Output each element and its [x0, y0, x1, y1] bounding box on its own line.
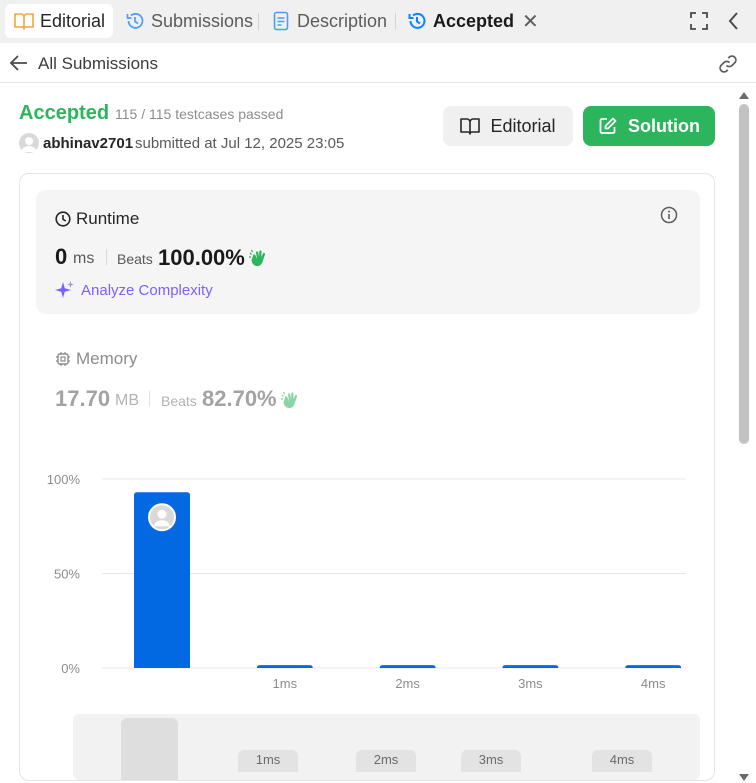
- avatar-marker-head: [157, 509, 167, 519]
- scrollbar-thumb[interactable]: [739, 104, 749, 444]
- memory-beats-label: Beats: [161, 393, 197, 409]
- history-icon: [125, 11, 145, 31]
- runtime-value: 0: [55, 244, 68, 269]
- overview-range-handle[interactable]: [121, 718, 178, 780]
- tab-accepted[interactable]: Accepted ✕: [407, 4, 539, 38]
- memory-value: 17.70: [55, 386, 111, 411]
- submitted-time: submitted at Jul 12, 2025 23:05: [135, 135, 345, 152]
- memory-title[interactable]: Memory: [55, 349, 137, 369]
- all-submissions-link[interactable]: All Submissions: [38, 54, 158, 74]
- info-icon[interactable]: [660, 206, 678, 224]
- runtime-title-label: Runtime: [76, 209, 140, 228]
- edit-icon: [599, 117, 617, 134]
- divider: [149, 391, 150, 407]
- avatar[interactable]: [19, 133, 39, 153]
- tab-description[interactable]: Description: [271, 4, 387, 38]
- overview-tick-label: 4ms: [592, 750, 652, 772]
- clock-icon: [55, 211, 71, 227]
- memory-beats-value: 82.70%: [202, 386, 277, 411]
- editorial-button-label: Editorial: [490, 115, 556, 136]
- sparkle-icon: [55, 281, 74, 298]
- tab-editorial-label: Editorial: [40, 10, 106, 31]
- performance-card: Runtime 0 ms Beats 100.00% Analyze Compl…: [19, 173, 715, 781]
- analyze-complexity-link[interactable]: Analyze Complexity: [55, 280, 213, 300]
- memory-unit: MB: [115, 392, 139, 409]
- memory-title-label: Memory: [76, 349, 138, 368]
- submission-status: Accepted: [19, 102, 110, 124]
- tab-description-label: Description: [297, 10, 388, 31]
- overview-tick-label: 3ms: [461, 750, 521, 772]
- chart-bar[interactable]: [625, 665, 682, 669]
- x-tick-label: 3ms: [518, 676, 543, 691]
- runtime-title: Runtime: [55, 209, 139, 229]
- overview-tick-label: 1ms: [238, 750, 298, 772]
- chart-overview-slider[interactable]: 1ms 2ms 3ms 4ms: [73, 714, 700, 780]
- testcases-passed: 115 / 115 testcases passed: [115, 106, 284, 122]
- expand-icon[interactable]: [689, 11, 709, 31]
- history-icon: [407, 11, 427, 31]
- tab-bar: Editorial Submissions Description Accept…: [0, 0, 756, 43]
- link-icon[interactable]: [717, 53, 739, 75]
- tab-divider: [258, 13, 259, 30]
- divider: [106, 249, 107, 265]
- runtime-beats-value: 100.00%: [158, 245, 245, 270]
- all-submissions-bar: All Submissions: [0, 43, 756, 83]
- chart-bar[interactable]: [256, 665, 313, 669]
- x-tick-label: 4ms: [641, 676, 666, 691]
- chevron-left-icon[interactable]: [724, 10, 744, 32]
- y-tick-label: 50%: [54, 567, 80, 582]
- document-icon: [271, 11, 291, 31]
- runtime-unit: ms: [73, 250, 95, 267]
- y-tick-label: 100%: [47, 472, 81, 487]
- solution-button[interactable]: Solution: [583, 106, 715, 146]
- x-tick-label: 2ms: [395, 676, 420, 691]
- runtime-panel[interactable]: Runtime 0 ms Beats 100.00% Analyze Compl…: [36, 190, 700, 314]
- book-icon: [460, 118, 481, 135]
- scroll-down-arrow[interactable]: [737, 771, 751, 783]
- tab-submissions-label: Submissions: [151, 10, 254, 31]
- close-icon[interactable]: ✕: [522, 9, 539, 34]
- overview-tick-label: 2ms: [356, 750, 416, 772]
- analyze-complexity-label: Analyze Complexity: [81, 281, 213, 299]
- tab-submissions[interactable]: Submissions: [125, 4, 253, 38]
- username-link[interactable]: abhinav2701: [43, 135, 133, 152]
- tab-divider: [395, 13, 396, 30]
- y-tick-label: 0%: [61, 661, 80, 676]
- tab-editorial[interactable]: Editorial: [5, 4, 113, 38]
- scroll-up-arrow[interactable]: [737, 88, 751, 100]
- x-tick-label: 1ms: [273, 676, 298, 691]
- chart-bar[interactable]: [379, 665, 436, 669]
- tab-accepted-label: Accepted: [433, 10, 515, 31]
- editorial-button[interactable]: Editorial: [443, 106, 573, 146]
- arrow-left-icon[interactable]: [9, 54, 29, 72]
- clap-icon: [280, 390, 300, 410]
- clap-icon: [248, 248, 268, 268]
- book-icon: [14, 11, 34, 31]
- runtime-beats-label: Beats: [117, 251, 153, 267]
- chart-bar[interactable]: [502, 665, 559, 669]
- solution-button-label: Solution: [628, 115, 700, 136]
- chip-icon: [56, 352, 70, 366]
- runtime-distribution-chart[interactable]: 100% 50% 0% 1ms 2ms 3ms 4ms: [20, 454, 715, 704]
